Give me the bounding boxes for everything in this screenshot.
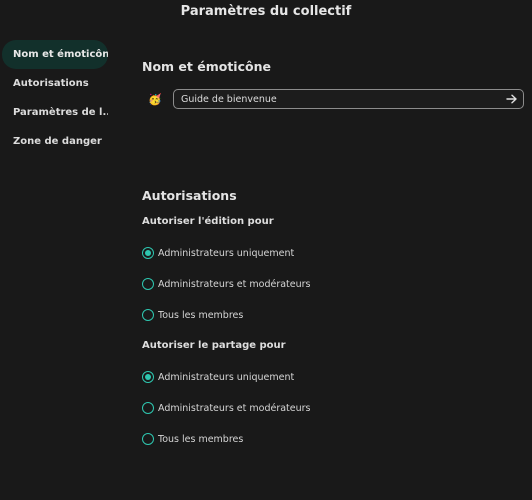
radio-label: Administrateurs et modérateurs — [158, 402, 311, 414]
radio-checked-icon[interactable] — [142, 371, 154, 383]
window-title: Paramètres du collectif — [180, 4, 352, 19]
permissions-section-heading: Autorisations — [142, 188, 237, 203]
radio-label: Administrateurs uniquement — [158, 247, 295, 259]
share-permission-label: Autoriser le partage pour — [142, 340, 286, 351]
name-section-heading: Nom et émoticône — [142, 59, 271, 74]
sidebar-item-danger-zone[interactable]: Zone de danger — [2, 127, 108, 156]
radio-unchecked-icon[interactable] — [142, 402, 154, 414]
sidebar-nav: Nom et émoticône Autorisations Paramètre… — [0, 40, 112, 156]
emoji-picker-button[interactable]: 🥳 — [148, 92, 162, 108]
arrow-right-icon[interactable] — [504, 90, 520, 108]
radio-label: Administrateurs uniquement — [158, 371, 295, 383]
share-option-all-members[interactable]: Tous les membres — [142, 431, 243, 447]
edit-option-admins-only[interactable]: Administrateurs uniquement — [142, 245, 294, 261]
edit-option-all-members[interactable]: Tous les membres — [142, 307, 243, 323]
share-option-admins-moderators[interactable]: Administrateurs et modérateurs — [142, 400, 311, 416]
radio-label: Tous les membres — [158, 309, 244, 321]
sidebar-item-name-emoji[interactable]: Nom et émoticône — [2, 40, 108, 69]
name-input[interactable] — [181, 90, 501, 108]
radio-unchecked-icon[interactable] — [142, 309, 154, 321]
radio-checked-icon[interactable] — [142, 247, 154, 259]
name-field — [173, 89, 524, 109]
sidebar-item-settings[interactable]: Paramètres de l... — [2, 98, 108, 127]
edit-option-admins-moderators[interactable]: Administrateurs et modérateurs — [142, 276, 311, 292]
radio-unchecked-icon[interactable] — [142, 278, 154, 290]
name-row: 🥳 — [142, 89, 527, 111]
edit-permission-label: Autoriser l'édition pour — [142, 216, 274, 227]
share-option-admins-only[interactable]: Administrateurs uniquement — [142, 369, 294, 385]
radio-label: Administrateurs et modérateurs — [158, 278, 311, 290]
radio-unchecked-icon[interactable] — [142, 433, 154, 445]
radio-label: Tous les membres — [158, 433, 244, 445]
sidebar-item-permissions[interactable]: Autorisations — [2, 69, 108, 98]
